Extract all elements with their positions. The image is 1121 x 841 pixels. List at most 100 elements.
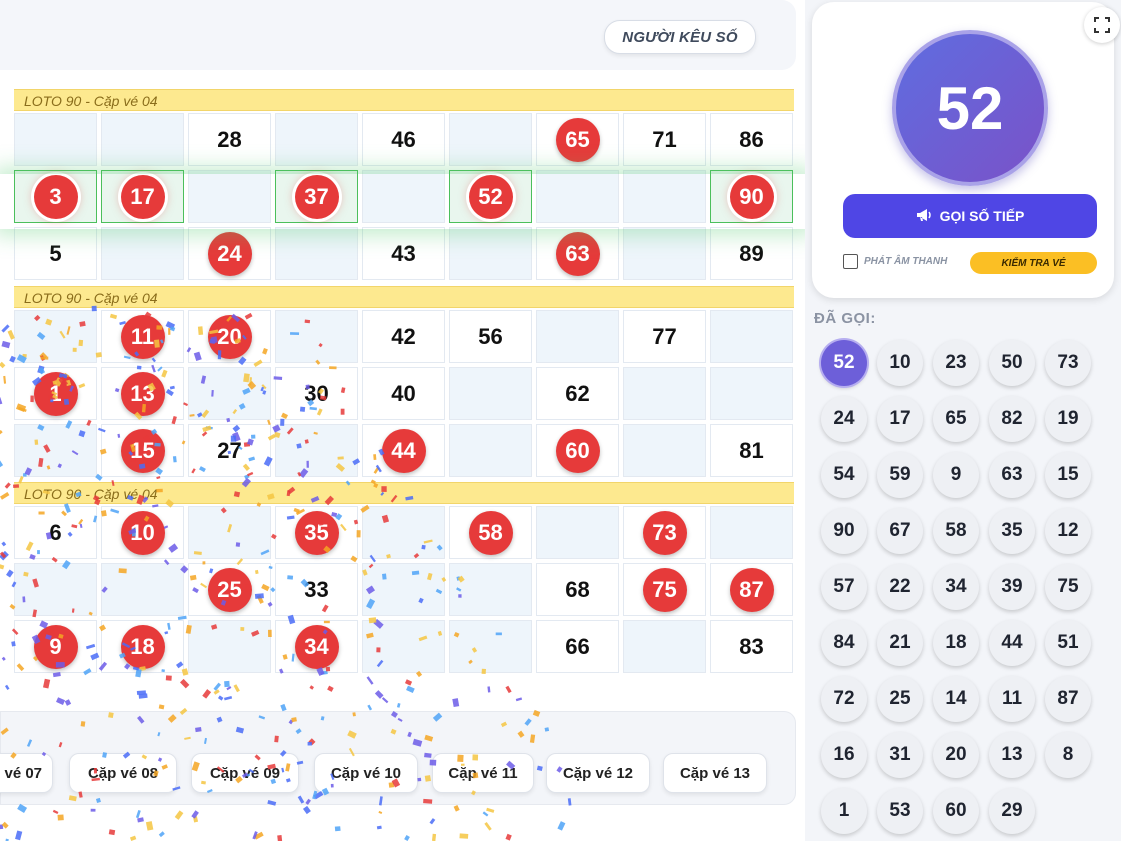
called-number-current: 52 [821, 340, 867, 386]
ticket-cell[interactable]: 34 [275, 620, 358, 673]
confetti-piece [0, 460, 4, 468]
ticket-cell[interactable]: 77 [623, 310, 706, 363]
called-number: 72 [821, 676, 867, 722]
ticket-cell[interactable]: 24 [188, 227, 271, 280]
ticket-cell[interactable]: 66 [536, 620, 619, 673]
ticket-cell[interactable]: 13 [101, 367, 184, 420]
called-number: 23 [933, 340, 979, 386]
ticket-cell[interactable]: 58 [449, 506, 532, 559]
ticket-cell[interactable]: 81 [710, 424, 793, 477]
ticket-label: LOTO 90 - Cặp vé 04 [14, 89, 794, 111]
ticket-tab[interactable]: Cặp vé 12 [546, 753, 650, 793]
called-number: 24 [821, 396, 867, 442]
called-number: 34 [933, 564, 979, 610]
check-ticket-button[interactable]: KIỂM TRA VÉ [970, 252, 1097, 274]
ticket-cell[interactable]: 44 [362, 424, 445, 477]
ticket-cell[interactable]: 42 [362, 310, 445, 363]
ticket-cell[interactable]: 25 [188, 563, 271, 616]
ticket-cell[interactable]: 9 [14, 620, 97, 673]
called-number: 25 [877, 676, 923, 722]
confetti-piece [396, 702, 401, 708]
ticket-tab[interactable]: Cặp vé 08 [69, 753, 177, 793]
ticket-cell[interactable]: 5 [14, 227, 97, 280]
cell-number: 86 [739, 126, 764, 152]
ticket-tab[interactable]: Cặp vé 10 [314, 753, 418, 793]
ticket-cell-empty [623, 424, 706, 477]
ticket-cell[interactable]: 75 [623, 563, 706, 616]
ticket-cell[interactable]: 40 [362, 367, 445, 420]
confetti-piece [56, 697, 66, 705]
ticket-cell[interactable]: 6 [14, 506, 97, 559]
ticket-tab[interactable]: Cặp vé 13 [663, 753, 767, 793]
ticket-cell-empty [449, 563, 532, 616]
ticket-cell[interactable]: 52 [449, 170, 532, 223]
ticket-cell-empty [14, 563, 97, 616]
expand-icon[interactable] [1084, 7, 1120, 43]
ticket-cell[interactable]: 20 [188, 310, 271, 363]
confetti-piece [277, 835, 283, 841]
called-number: 21 [877, 620, 923, 666]
top-bar: NGƯỜI KÊU SỐ [0, 0, 796, 70]
sound-toggle[interactable]: PHÁT ÂM THANH [843, 254, 947, 269]
ticket-cell[interactable]: 10 [101, 506, 184, 559]
ticket-cell[interactable]: 89 [710, 227, 793, 280]
ticket-cell[interactable]: 35 [275, 506, 358, 559]
ticket-tab[interactable]: Cặp vé 09 [191, 753, 299, 793]
cell-number: 62 [565, 380, 590, 406]
ticket-cell[interactable]: 62 [536, 367, 619, 420]
ticket-cell[interactable]: 30 [275, 367, 358, 420]
confetti-piece [486, 807, 495, 813]
ticket-cell[interactable]: 11 [101, 310, 184, 363]
ticket-cell[interactable]: 43 [362, 227, 445, 280]
ticket-cell-empty [536, 506, 619, 559]
cell-number: 42 [391, 323, 416, 349]
called-number: 87 [1045, 676, 1091, 722]
ticket-cell[interactable]: 60 [536, 424, 619, 477]
ticket-cell[interactable]: 65 [536, 113, 619, 166]
ticket-cell[interactable]: 73 [623, 506, 706, 559]
confetti-piece [0, 824, 4, 830]
called-number: 18 [933, 620, 979, 666]
ticket-cell[interactable]: 15 [101, 424, 184, 477]
ticket-cell[interactable]: 17 [101, 170, 184, 223]
ticket-cell[interactable]: 27 [188, 424, 271, 477]
ticket-cell[interactable]: 83 [710, 620, 793, 673]
confetti-piece [90, 808, 96, 812]
ticket-label: LOTO 90 - Cặp vé 04 [14, 286, 794, 308]
confetti-piece [431, 833, 437, 841]
ticket-cell-empty [101, 113, 184, 166]
confetti-piece [165, 675, 172, 681]
ticket-cell[interactable]: 90 [710, 170, 793, 223]
ticket-cell[interactable]: 18 [101, 620, 184, 673]
ticket-cell-empty [449, 227, 532, 280]
called-number: 58 [933, 508, 979, 554]
caller-button[interactable]: NGƯỜI KÊU SỐ [604, 20, 756, 54]
cell-number: 68 [565, 576, 590, 602]
called-number: 54 [821, 452, 867, 498]
call-next-button[interactable]: GỌI SỐ TIẾP [843, 194, 1097, 238]
ticket-cell[interactable]: 87 [710, 563, 793, 616]
called-title: ĐÃ GỌI: [814, 310, 876, 327]
ticket-cell[interactable]: 3 [14, 170, 97, 223]
ticket-cell[interactable]: 86 [710, 113, 793, 166]
confetti-piece [137, 817, 144, 823]
ticket-cell[interactable]: 56 [449, 310, 532, 363]
ticket-cell-empty [275, 113, 358, 166]
ticket-cell[interactable]: 68 [536, 563, 619, 616]
cell-number: 43 [391, 240, 416, 266]
confetti-piece [0, 550, 9, 561]
called-number: 9 [933, 452, 979, 498]
ticket-cell[interactable]: 71 [623, 113, 706, 166]
ticket-cell[interactable]: 28 [188, 113, 271, 166]
ticket-cell[interactable]: 46 [362, 113, 445, 166]
ticket-cell[interactable]: 37 [275, 170, 358, 223]
confetti-piece [191, 810, 199, 819]
ticket-label: LOTO 90 - Cặp vé 04 [14, 482, 794, 504]
ticket-tab[interactable]: Cặp vé 07 [0, 753, 53, 793]
ticket-cell-empty [275, 424, 358, 477]
ticket-cell[interactable]: 63 [536, 227, 619, 280]
ticket-cell[interactable]: 1 [14, 367, 97, 420]
sound-checkbox[interactable] [843, 254, 858, 269]
ticket-cell[interactable]: 33 [275, 563, 358, 616]
ticket-tab[interactable]: Cặp vé 11 [432, 753, 534, 793]
